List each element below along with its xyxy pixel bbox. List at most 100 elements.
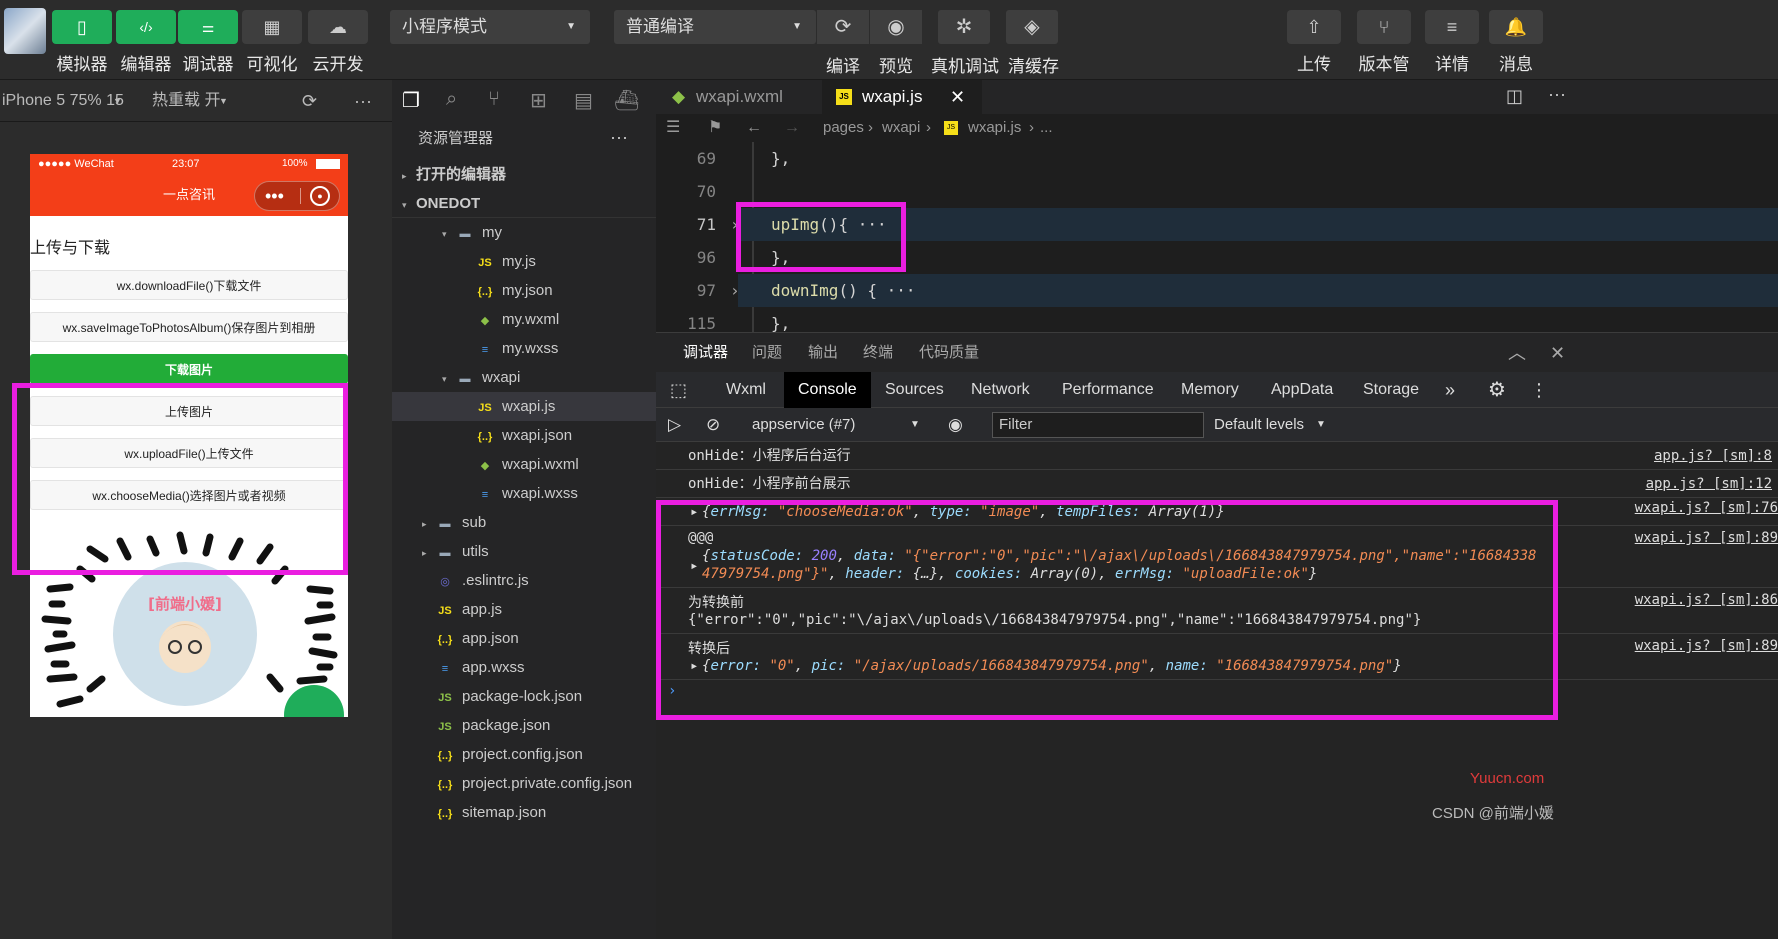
debugger-toggle-button[interactable]: ⚌ 调试器 bbox=[178, 10, 238, 75]
tree-item-wxapi-js[interactable]: JS wxapi.js bbox=[392, 392, 656, 421]
tree-item-my-wxml[interactable]: ◆ my.wxml bbox=[392, 305, 656, 334]
upload-button[interactable]: ⇧ 上传 bbox=[1286, 10, 1342, 75]
filter-input[interactable]: Filter bbox=[992, 412, 1204, 438]
editor-toggle-button[interactable]: ‹/› 编辑器 bbox=[116, 10, 176, 75]
fold-chevron-icon[interactable]: › bbox=[730, 274, 740, 307]
clear-cache-button[interactable]: ◈ bbox=[1006, 10, 1058, 44]
tree-item-eslintrc-js[interactable]: ◎ .eslintrc.js bbox=[392, 566, 656, 595]
save-image-button[interactable]: wx.saveImageToPhotosAlbum()保存图片到相册 bbox=[30, 312, 348, 342]
panel-storage[interactable]: Storage bbox=[1363, 372, 1419, 408]
compile-button[interactable]: ⟳ bbox=[817, 10, 869, 44]
breadcrumb-file[interactable]: wxapi.js bbox=[968, 114, 1021, 142]
source-link[interactable]: wxapi.js? [sm]:89 bbox=[1635, 638, 1778, 654]
bookmark-icon[interactable]: ⚑ bbox=[708, 114, 722, 142]
inspect-element-icon[interactable]: ⬚ bbox=[670, 372, 687, 408]
more-icon[interactable]: ··· bbox=[354, 80, 372, 122]
more-icon[interactable]: ••• bbox=[265, 182, 284, 210]
tab-wxapi-js[interactable]: JS wxapi.js ✕ bbox=[822, 80, 982, 114]
log-levels-select[interactable]: Default levels bbox=[1214, 408, 1304, 442]
tree-item-my-json[interactable]: {..} my.json bbox=[392, 276, 656, 305]
tree-item-project-config-json[interactable]: {..} project.config.json bbox=[392, 740, 656, 769]
refresh-icon[interactable]: ⟳ bbox=[302, 80, 317, 122]
panel-performance[interactable]: Performance bbox=[1062, 372, 1154, 408]
clear-console-icon[interactable]: ⊘ bbox=[706, 408, 720, 442]
tab-code-quality[interactable]: 代码质量 bbox=[919, 333, 979, 373]
close-circle-icon[interactable]: ● bbox=[310, 186, 330, 206]
close-icon[interactable]: ✕ bbox=[1550, 333, 1565, 373]
menu-capsule[interactable]: ••• ● bbox=[254, 181, 340, 211]
search-icon[interactable]: ⌕ bbox=[446, 88, 457, 111]
tab-debugger[interactable]: 调试器 bbox=[683, 333, 729, 375]
mode-select[interactable]: 小程序模式 ▼ bbox=[390, 10, 590, 44]
tree-item-wxapi-wxss[interactable]: ≡ wxapi.wxss bbox=[392, 479, 656, 508]
docker-icon[interactable]: ⛴ bbox=[614, 88, 639, 113]
source-link[interactable]: app.js? [sm]:12 bbox=[1646, 470, 1772, 498]
tree-item-package-json[interactable]: JS package.json bbox=[392, 711, 656, 740]
remote-debug-button[interactable]: ✲ bbox=[938, 10, 990, 44]
hot-reload-toggle[interactable]: 热重载 开 bbox=[152, 80, 220, 122]
tree-item-my[interactable]: ▾ ▬ my bbox=[392, 218, 656, 247]
tree-item-app-wxss[interactable]: ≡ app.wxss bbox=[392, 653, 656, 682]
panel-sources[interactable]: Sources bbox=[885, 372, 944, 408]
tree-item-project-private-config-json[interactable]: {..} project.private.config.json bbox=[392, 769, 656, 798]
files-icon[interactable]: ❐ bbox=[402, 88, 420, 113]
more-icon[interactable]: ··· bbox=[610, 122, 628, 152]
tree-item-wxapi[interactable]: ▾ ▬ wxapi bbox=[392, 363, 656, 392]
download-image-button[interactable]: 下载图片 bbox=[30, 354, 348, 384]
tab-output[interactable]: 输出 bbox=[808, 333, 838, 373]
download-file-button[interactable]: wx.downloadFile()下载文件 bbox=[30, 270, 348, 300]
user-avatar[interactable] bbox=[4, 8, 46, 54]
tree-item-wxapi-wxml[interactable]: ◆ wxapi.wxml bbox=[392, 450, 656, 479]
breadcrumb-wxapi[interactable]: wxapi bbox=[882, 114, 920, 142]
panel-console[interactable]: Console bbox=[784, 372, 871, 408]
panel-wxml[interactable]: Wxml bbox=[726, 372, 766, 408]
more-panels-icon[interactable]: » bbox=[1445, 372, 1455, 408]
split-editor-icon[interactable]: ◫ bbox=[1506, 86, 1523, 107]
tree-item-sitemap-json[interactable]: {..} sitemap.json bbox=[392, 798, 656, 827]
cloud-dev-button[interactable]: ☁ 云开发 bbox=[308, 10, 368, 75]
source-link[interactable]: app.js? [sm]:8 bbox=[1654, 442, 1772, 470]
tree-item-my-js[interactable]: JS my.js bbox=[392, 247, 656, 276]
list-icon[interactable]: ☰ bbox=[666, 114, 680, 142]
simulator-toggle-button[interactable]: ▯ 模拟器 bbox=[52, 10, 112, 75]
device-select[interactable]: iPhone 5 75% 15 bbox=[2, 80, 124, 122]
extensions-icon[interactable]: ⊞ bbox=[530, 88, 547, 113]
context-select[interactable]: appservice (#7) bbox=[752, 408, 855, 442]
compile-mode-select[interactable]: 普通编译 ▼ bbox=[614, 10, 816, 44]
devtools-panel-tabs: ⬚ Wxml Console Sources Network Performan… bbox=[656, 372, 1778, 408]
open-editors-section[interactable]: ▸ 打开的编辑器 bbox=[392, 160, 656, 189]
source-link[interactable]: wxapi.js? [sm]:86 bbox=[1635, 592, 1778, 608]
panel-memory[interactable]: Memory bbox=[1181, 372, 1239, 408]
gear-icon[interactable]: ⚙ bbox=[1488, 372, 1506, 408]
messages-button[interactable]: 🔔 消息 bbox=[1488, 10, 1544, 75]
eye-icon[interactable]: ◉ bbox=[948, 408, 963, 442]
tree-item-app-js[interactable]: JS app.js bbox=[392, 595, 656, 624]
visual-toggle-button[interactable]: ▦ 可视化 bbox=[242, 10, 302, 75]
breadcrumb-pages[interactable]: pages bbox=[823, 114, 864, 142]
sidebar-toggle-icon[interactable]: ▷ bbox=[668, 408, 681, 442]
storage-icon[interactable]: ▤ bbox=[574, 88, 593, 113]
project-section[interactable]: ▾ ONEDOT bbox=[392, 189, 656, 218]
tab-problems[interactable]: 问题 bbox=[752, 333, 782, 373]
panel-network[interactable]: Network bbox=[971, 372, 1030, 408]
source-link[interactable]: wxapi.js? [sm]:76 bbox=[1635, 496, 1778, 520]
source-control-icon[interactable]: ⑂ bbox=[488, 88, 500, 111]
details-button[interactable]: ≡ 详情 bbox=[1424, 10, 1480, 75]
tree-item-wxapi-json[interactable]: {..} wxapi.json bbox=[392, 421, 656, 450]
tab-terminal[interactable]: 终端 bbox=[863, 333, 893, 373]
chevron-up-icon[interactable]: ︿ bbox=[1508, 333, 1526, 373]
forward-arrow-icon[interactable]: → bbox=[784, 114, 800, 142]
preview-button[interactable]: ◉ bbox=[870, 10, 922, 44]
back-arrow-icon[interactable]: ← bbox=[746, 114, 762, 142]
more-icon[interactable]: ··· bbox=[1548, 84, 1566, 105]
tree-item-utils[interactable]: ▸ ▬ utils bbox=[392, 537, 656, 566]
tree-item-sub[interactable]: ▸ ▬ sub bbox=[392, 508, 656, 537]
source-link[interactable]: wxapi.js? [sm]:89 bbox=[1635, 530, 1778, 546]
kebab-menu-icon[interactable]: ⋮ bbox=[1530, 372, 1548, 408]
tab-wxapi-wxml[interactable]: ◆ wxapi.wxml bbox=[656, 80, 822, 114]
tree-item-package-lock-json[interactable]: JS package-lock.json bbox=[392, 682, 656, 711]
tree-item-app-json[interactable]: {..} app.json bbox=[392, 624, 656, 653]
close-icon[interactable]: ✕ bbox=[950, 80, 965, 114]
tree-item-my-wxss[interactable]: ≡ my.wxss bbox=[392, 334, 656, 363]
panel-appdata[interactable]: AppData bbox=[1271, 372, 1333, 408]
